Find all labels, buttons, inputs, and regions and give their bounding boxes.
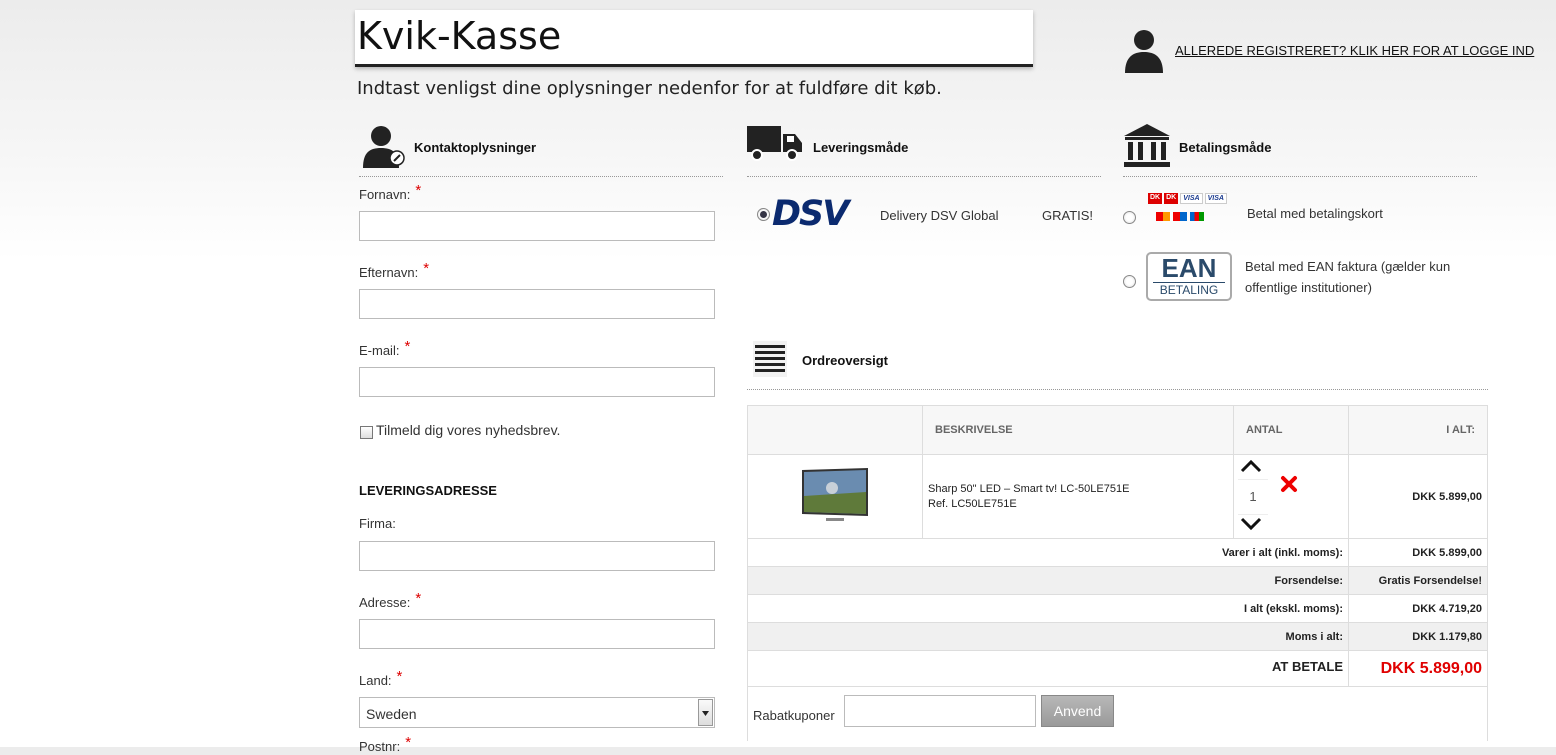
payment-heading: Betalingsmåde xyxy=(1179,140,1272,155)
product-image-cell xyxy=(747,454,923,539)
chevron-down-icon[interactable] xyxy=(1240,517,1262,534)
shipping-dsv-radio[interactable] xyxy=(757,208,770,221)
page-title-bar: Kvik-Kasse xyxy=(355,10,1033,67)
apply-coupon-button[interactable]: Anvend xyxy=(1041,695,1114,727)
dankort-logo: DK xyxy=(1148,193,1163,204)
address-label: Adresse: * xyxy=(359,590,422,610)
required-mark: * xyxy=(405,734,412,751)
email-input[interactable] xyxy=(359,367,715,397)
payment-section-header: Betalingsmåde xyxy=(1123,124,1477,177)
required-mark: * xyxy=(423,260,430,277)
newsletter-checkbox[interactable] xyxy=(360,426,373,439)
column-quantity: ANTAL xyxy=(1233,405,1349,455)
bank-icon xyxy=(1123,124,1171,173)
summary-row: I alt (ekskl. moms): DKK 4.719,20 xyxy=(747,594,1488,623)
chevron-up-icon[interactable] xyxy=(1240,459,1262,476)
required-mark: * xyxy=(415,182,422,199)
email-label: E-mail: * xyxy=(359,338,411,358)
company-input[interactable] xyxy=(359,541,715,571)
order-section-header: Ordreoversigt xyxy=(747,337,1488,390)
coupon-label: Rabatkuponer xyxy=(753,708,835,723)
summary-row: Moms i alt: DKK 1.179,80 xyxy=(747,622,1488,651)
shipping-price: GRATIS! xyxy=(1042,208,1094,223)
contact-person-icon xyxy=(361,124,407,175)
dsv-logo: DSV xyxy=(772,194,849,234)
payment-card-radio[interactable] xyxy=(1123,211,1136,224)
visa-logo: VISA xyxy=(1180,193,1203,204)
page-title: Kvik-Kasse xyxy=(357,14,562,58)
column-image xyxy=(747,405,923,455)
order-heading: Ordreoversigt xyxy=(802,353,888,368)
contact-section-header: Kontaktoplysninger xyxy=(359,124,723,177)
user-icon xyxy=(1123,27,1165,73)
jcb-logo xyxy=(1190,212,1204,221)
to-pay-value: DKK 5.899,00 xyxy=(1348,650,1488,687)
first-name-input[interactable] xyxy=(359,211,715,241)
first-name-label: Fornavn: * xyxy=(359,182,422,202)
payment-ean-label-line1: Betal med EAN faktura (gælder kun xyxy=(1245,259,1451,274)
payment-ean-radio[interactable] xyxy=(1123,275,1136,288)
visa-logo: VISA xyxy=(1204,193,1227,204)
newsletter-label: Tilmeld dig vores nyhedsbrev. xyxy=(376,422,561,438)
product-ref: Ref. LC50LE751E xyxy=(928,498,1017,510)
mastercard-logo xyxy=(1156,212,1170,221)
total-row: AT BETALE DKK 5.899,00 xyxy=(747,650,1488,687)
payment-ean-label-line2: offentlige institutioner) xyxy=(1245,280,1372,295)
payment-card-label: Betal med betalingskort xyxy=(1247,206,1383,221)
quantity-cell: 1 xyxy=(1233,454,1349,539)
truck-icon xyxy=(747,124,803,167)
list-icon xyxy=(753,341,787,382)
page-subtitle: Indtast venligst dine oplysninger nedenf… xyxy=(357,78,942,99)
to-pay-label: AT BETALE xyxy=(747,650,1349,687)
quantity-input[interactable]: 1 xyxy=(1238,479,1268,515)
company-label: Firma: xyxy=(359,516,396,531)
shipping-heading: Leveringsmåde xyxy=(813,140,909,155)
summary-row: Forsendelse: Gratis Forsendelse! xyxy=(747,566,1488,595)
column-description: BESKRIVELSE xyxy=(922,405,1234,455)
required-mark: * xyxy=(404,338,411,355)
remove-item-icon[interactable] xyxy=(1280,475,1298,496)
last-name-label: Efternavn: * xyxy=(359,260,430,280)
shipping-method-name: Delivery DSV Global xyxy=(880,208,999,223)
order-table: BESKRIVELSE ANTAL I ALT: Sharp 50" LED –… xyxy=(747,405,1488,741)
chevron-down-icon[interactable] xyxy=(698,699,713,726)
product-name: Sharp 50" LED – Smart tv! LC-50LE751E xyxy=(928,483,1130,495)
column-total: I ALT: xyxy=(1348,405,1488,455)
country-label: Land: * xyxy=(359,668,403,688)
dankort-logo: DK xyxy=(1164,193,1179,204)
product-description-cell: Sharp 50" LED – Smart tv! LC-50LE751E Re… xyxy=(922,454,1234,539)
ean-logo: EAN BETALING xyxy=(1146,252,1232,301)
country-select[interactable]: Sweden xyxy=(359,697,715,728)
card-logos: DK DK VISA VISA xyxy=(1148,193,1233,233)
table-row: Sharp 50" LED – Smart tv! LC-50LE751E Re… xyxy=(747,454,1488,539)
coupon-input[interactable] xyxy=(844,695,1036,727)
address-input[interactable] xyxy=(359,619,715,649)
country-select-value: Sweden xyxy=(366,706,417,722)
summary-row: Varer i alt (inkl. moms): DKK 5.899,00 xyxy=(747,538,1488,567)
shipping-section-header: Leveringsmåde xyxy=(747,124,1101,177)
product-tv-image xyxy=(802,468,868,521)
delivery-address-heading: LEVERINGSADRESSE xyxy=(359,483,497,498)
item-total: DKK 5.899,00 xyxy=(1348,454,1488,539)
required-mark: * xyxy=(396,668,403,685)
maestro-logo xyxy=(1173,212,1187,221)
required-mark: * xyxy=(415,590,422,607)
order-table-header: BESKRIVELSE ANTAL I ALT: xyxy=(747,405,1488,455)
last-name-input[interactable] xyxy=(359,289,715,319)
contact-heading: Kontaktoplysninger xyxy=(414,140,537,155)
login-link[interactable]: ALLEREDE REGISTRERET? KLIK HER FOR AT LO… xyxy=(1175,43,1534,58)
